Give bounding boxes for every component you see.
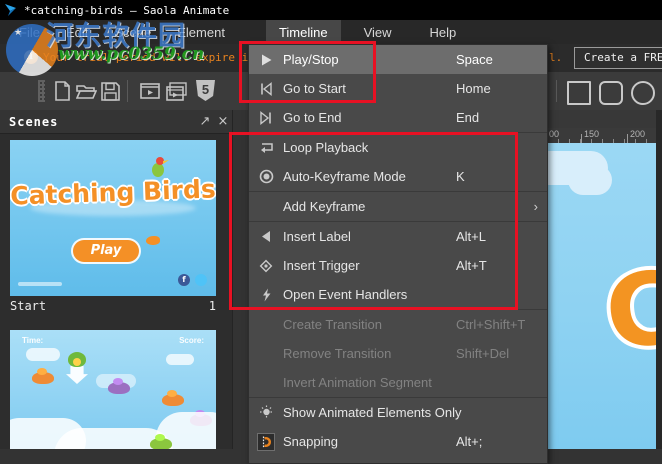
open-project-button[interactable] xyxy=(74,79,98,103)
scenes-panel-title: Scenes xyxy=(9,114,59,129)
horizontal-ruler: 00 150 200 xyxy=(548,128,656,144)
blank-icon-space xyxy=(257,375,275,391)
bird-icon xyxy=(150,438,172,449)
menu-item-shortcut: Home xyxy=(456,81,491,96)
toolbar-separator xyxy=(127,80,128,102)
menu-file[interactable]: File xyxy=(6,20,53,44)
ellipse-tool-button[interactable] xyxy=(631,81,655,105)
menu-item-snapping[interactable]: Snapping Alt+; xyxy=(249,427,547,456)
menu-help[interactable]: Help xyxy=(417,20,470,44)
snapping-magnet-icon xyxy=(257,432,275,451)
scene-number: 1 xyxy=(208,299,216,313)
annotation-rect-keyframe-tools xyxy=(229,132,518,310)
perched-bird-icon xyxy=(152,157,169,177)
twitter-icon xyxy=(195,274,207,286)
time-label: Time: xyxy=(22,336,44,345)
credit-text-blur xyxy=(18,282,62,286)
menu-element[interactable]: Element xyxy=(164,20,238,44)
canvas-header xyxy=(548,110,662,129)
menu-item-shortcut: Space xyxy=(456,52,493,67)
mini-bird-icon xyxy=(146,236,160,245)
lamp-icon xyxy=(257,405,275,421)
menu-item-shortcut: Alt+; xyxy=(456,434,483,449)
preview-project-button[interactable] xyxy=(164,79,188,103)
menu-item-label: Snapping xyxy=(283,434,338,449)
cloud xyxy=(166,354,194,365)
new-document-icon xyxy=(54,81,70,101)
scenes-panel-header: Scenes ↗ × xyxy=(0,110,232,134)
stage-cloud xyxy=(548,151,612,195)
menu-item-label: Go to End xyxy=(283,110,342,125)
trial-message: Your trial period will expire in 1 xyxy=(43,51,269,64)
right-edge-strip xyxy=(656,110,662,449)
canvas-stage[interactable]: C xyxy=(548,143,656,449)
open-folder-icon xyxy=(75,85,97,99)
bird-icon xyxy=(108,382,130,394)
menu-item-label: Remove Transition xyxy=(283,346,392,361)
rectangle-tool-button[interactable] xyxy=(567,81,591,105)
cloud-arrow xyxy=(66,366,88,384)
save-floppy-icon xyxy=(100,81,120,101)
trial-message-tail: l. xyxy=(549,51,563,64)
bird-icon xyxy=(162,394,184,406)
rounded-rectangle-tool-button[interactable] xyxy=(599,81,623,105)
facebook-icon: f xyxy=(178,274,190,286)
menu-item-remove-transition: Remove Transition Shift+Del xyxy=(249,339,547,368)
menu-item-go-to-end[interactable]: Go to End End xyxy=(249,103,547,132)
blank-icon-space xyxy=(257,346,275,362)
menu-item-label: Invert Animation Segment xyxy=(283,375,432,390)
save-button[interactable] xyxy=(98,79,122,103)
menu-item-shortcut: Shift+Del xyxy=(456,346,510,361)
cloud xyxy=(26,348,60,361)
menu-item-show-animated-elements-only[interactable]: Show Animated Elements Only xyxy=(249,398,547,427)
ruler-label: 200 xyxy=(630,129,646,139)
annotation-rect-play-controls xyxy=(239,41,376,103)
green-bird-icon xyxy=(68,352,86,367)
menu-item-shortcut: End xyxy=(456,110,480,125)
preview-scene-icon xyxy=(140,83,160,99)
popout-icon[interactable]: ↗ xyxy=(196,114,214,129)
ruler-label: 150 xyxy=(584,129,600,139)
preview-scene-button[interactable] xyxy=(138,79,162,103)
title-bar: *catching-birds — Saola Animate xyxy=(0,0,662,20)
menu-scene[interactable]: Scene xyxy=(101,20,164,44)
info-icon: i xyxy=(24,50,38,64)
submenu-arrow-icon: › xyxy=(533,199,538,214)
menu-item-shortcut: Ctrl+Shift+T xyxy=(456,317,526,332)
saola-animate-app-icon xyxy=(5,4,16,16)
menu-item-label: Create Transition xyxy=(283,317,382,332)
menu-item-invert-animation-segment: Invert Animation Segment xyxy=(249,368,547,397)
menu-item-create-transition: Create Transition Ctrl+Shift+T xyxy=(249,310,547,339)
preview-project-icon xyxy=(165,81,187,101)
go-to-end-icon xyxy=(257,110,275,126)
menu-item-label: Show Animated Elements Only xyxy=(283,405,462,420)
window-title: *catching-birds — Saola Animate xyxy=(24,3,230,17)
toolbar-separator-right xyxy=(556,80,557,102)
score-label: Score: xyxy=(179,336,204,345)
toolbar-drag-handle[interactable] xyxy=(38,80,45,102)
create-free-account-button[interactable]: Create a FREE xyxy=(574,47,662,69)
stage-letter: C xyxy=(600,248,656,373)
bird-icon xyxy=(32,372,54,384)
ruler-major-tick xyxy=(627,134,628,143)
menu-edit[interactable]: Edit xyxy=(53,20,101,44)
scene-thumbnail-start[interactable]: Catching Birds Play f xyxy=(10,140,216,296)
close-icon[interactable]: × xyxy=(214,114,232,129)
blank-icon-space xyxy=(257,317,275,333)
ruler-label: 00 xyxy=(549,129,560,139)
thumb-play-button: Play xyxy=(73,240,139,262)
ruler-major-tick xyxy=(581,134,582,143)
scene-thumbnail-gameplay[interactable]: Time: Score: xyxy=(10,330,216,449)
new-document-button[interactable] xyxy=(50,79,74,103)
